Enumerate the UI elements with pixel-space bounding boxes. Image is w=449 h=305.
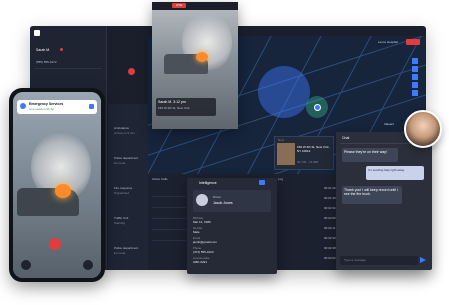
chat-message-agent: Please they're on their way!	[342, 148, 398, 162]
unit-label[interactable]: Traffic Unit	[114, 216, 128, 220]
agent-avatar	[404, 110, 442, 148]
chat-message-user: I'm sending help right away	[366, 166, 424, 180]
incident-coords: 40.730, -73.998	[297, 160, 319, 164]
fullscreen-icon[interactable]	[412, 90, 418, 96]
caller-name: Sarah M.	[36, 48, 51, 52]
layers-icon[interactable]	[412, 58, 418, 64]
end-call-button[interactable]	[49, 238, 61, 250]
call-row[interactable]	[152, 230, 186, 241]
field-value: GBK-0291	[193, 260, 208, 264]
camera-button[interactable]	[83, 260, 93, 270]
phone-screen: Emergency Services Live session 01:42	[13, 92, 101, 278]
phone-icon	[20, 103, 26, 109]
chat-panel: Chat Please they're on their way! I'm se…	[336, 132, 432, 270]
profile-name: Jacob Jones	[213, 201, 233, 205]
field-value: Mar 14, 1986	[193, 220, 211, 224]
call-row[interactable]	[152, 208, 186, 219]
map-label: Valeant	[384, 122, 394, 126]
fire	[55, 184, 71, 198]
profile-header: Driver Jacob Jones	[193, 190, 271, 212]
locate-icon[interactable]	[412, 82, 418, 88]
incident-thumbnail	[277, 143, 295, 165]
recording-dot	[60, 48, 63, 51]
tab-active-calls[interactable]: Active Calls	[152, 177, 168, 181]
message-text: Please they're on their way!	[344, 150, 387, 154]
zoom-in-icon[interactable]	[412, 66, 418, 72]
divider	[34, 68, 102, 69]
unit-label[interactable]: Police department	[114, 246, 138, 250]
fire	[196, 52, 208, 62]
alert-button[interactable]	[406, 39, 420, 45]
caller-overlay: Sarah M. 3:12 pm	[158, 100, 186, 104]
call-row[interactable]	[152, 197, 186, 208]
unit-marker[interactable]	[314, 104, 321, 111]
video-header: LIVE	[152, 2, 238, 10]
chat-input-placeholder: Type a message	[344, 258, 367, 262]
expand-icon[interactable]	[259, 180, 265, 185]
map-label: Lenox Hospital	[378, 40, 398, 44]
zoom-out-icon[interactable]	[412, 74, 418, 80]
unit-sub: Standby	[114, 221, 126, 225]
unit-sub: En route	[114, 251, 126, 255]
avatar	[196, 194, 208, 206]
unit-label[interactable]: Police department	[114, 156, 138, 160]
field-value: jacob@gmail.com	[193, 240, 217, 244]
chat-input[interactable]: Type a message	[340, 256, 418, 265]
incident-card[interactable]: Now 150 W 4th St, New York, NY 10012 40.…	[274, 136, 334, 170]
tab-log[interactable]: Log	[278, 177, 283, 181]
field-value: (474) 555-0123	[193, 250, 214, 254]
status-sub: Live session 01:42	[29, 107, 54, 111]
unit-label[interactable]: Ambulance	[114, 126, 129, 130]
units-list: Ambulance Arrives in 3 min Police depart…	[108, 104, 148, 270]
call-status-banner: Emergency Services Live session 01:42	[17, 100, 97, 114]
unit-label[interactable]: Fire response	[114, 186, 132, 190]
unit-sub: En route	[114, 161, 126, 165]
status-title: Emergency Services	[29, 102, 64, 106]
app-logo	[34, 30, 40, 36]
incident-time: Now	[278, 138, 285, 142]
live-badge: LIVE	[172, 3, 186, 8]
message-text: I'm sending help right away	[368, 168, 405, 172]
call-row[interactable]	[152, 219, 186, 230]
chat-message-agent: Thank you! I will keep record until I se…	[342, 186, 402, 204]
search-radius	[258, 66, 310, 118]
minimize-icon[interactable]	[89, 104, 94, 109]
chat-title: Chat	[342, 136, 350, 140]
unit-sub: Dispatched	[114, 191, 130, 195]
caller-phone: (555) 555-0172	[36, 60, 57, 64]
field-value: Male	[193, 230, 200, 234]
profile-role: Driver	[213, 195, 221, 199]
end-call-button[interactable]	[128, 68, 135, 75]
message-text: Thank you! I will keep record until I se…	[344, 188, 398, 196]
video-overlay: Sarah M. 3:12 pm 150 W 4th St, New York	[156, 98, 216, 116]
map-toolbar	[412, 58, 418, 108]
mic-button[interactable]	[21, 260, 31, 270]
profile-fields: Birthday Mar 14, 1986 Gender Male Email …	[193, 216, 271, 264]
live-video-feed[interactable]: LIVE Sarah M. 3:12 pm 150 W 4th St, New …	[152, 2, 238, 129]
call-row[interactable]	[152, 186, 186, 197]
active-calls-list	[152, 186, 186, 266]
caller-profile-card: Intelligence Driver Jacob Jones Birthday…	[187, 178, 277, 274]
card-header: Intelligence	[199, 181, 217, 185]
incident-location: 150 W 4th St, New York, NY 10012	[297, 145, 330, 153]
send-icon[interactable]	[420, 257, 426, 263]
unit-sub: Arrives in 3 min	[114, 131, 135, 135]
mobile-phone: Emergency Services Live session 01:42	[9, 88, 105, 282]
location-overlay: 150 W 4th St, New York	[158, 106, 190, 110]
